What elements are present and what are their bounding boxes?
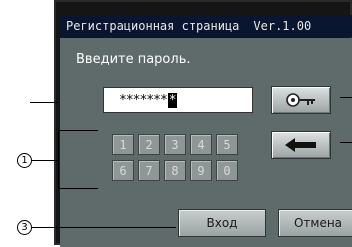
keypad-key-5[interactable]: 5 [216, 134, 238, 155]
keypad-key-2[interactable]: 2 [138, 134, 160, 155]
callout-bracket-bottom [58, 188, 98, 189]
callout-line-key [340, 97, 352, 98]
login-panel: Регистрационная страница Ver.1.00 Введит… [54, 0, 352, 247]
password-caret: * [167, 92, 177, 108]
callout-line-keypad-stem [32, 160, 58, 161]
callout-bracket-keypad [58, 130, 59, 189]
keypad-key-0[interactable]: 0 [216, 160, 238, 181]
callout-bracket-top [58, 130, 98, 131]
callout-line-backspace [340, 142, 352, 143]
key-button[interactable] [271, 86, 331, 114]
keypad-key-9[interactable]: 9 [190, 160, 212, 181]
password-prompt: Введите пароль. [76, 52, 191, 67]
key-icon [286, 93, 315, 107]
version-label: Ver.1.00 [253, 19, 312, 33]
callout-marker-keypad: 1 [17, 153, 32, 168]
password-field[interactable]: ******* * [103, 87, 253, 113]
window-title: Регистрационная страница [66, 19, 240, 33]
keypad-key-3[interactable]: 3 [164, 134, 186, 155]
password-masked: ******* [119, 92, 168, 108]
callout-line-keypad [30, 102, 58, 103]
left-arrow-icon [285, 138, 316, 152]
login-button[interactable]: Вход [178, 209, 266, 237]
content-area: Введите пароль. ******* * 1 2 3 4 5 6 7 8… [60, 38, 352, 247]
callout-marker-buttons: 3 [17, 220, 32, 235]
title-bar: Регистрационная страница Ver.1.00 [60, 15, 352, 37]
keypad-key-6[interactable]: 6 [112, 160, 134, 181]
cancel-button[interactable]: Отмена [278, 209, 352, 237]
keypad-key-7[interactable]: 7 [138, 160, 160, 181]
keypad-key-4[interactable]: 4 [190, 134, 212, 155]
keypad-key-1[interactable]: 1 [112, 134, 134, 155]
keypad-key-8[interactable]: 8 [164, 160, 186, 181]
callout-line-buttons [32, 227, 176, 228]
backspace-button[interactable] [271, 131, 331, 159]
